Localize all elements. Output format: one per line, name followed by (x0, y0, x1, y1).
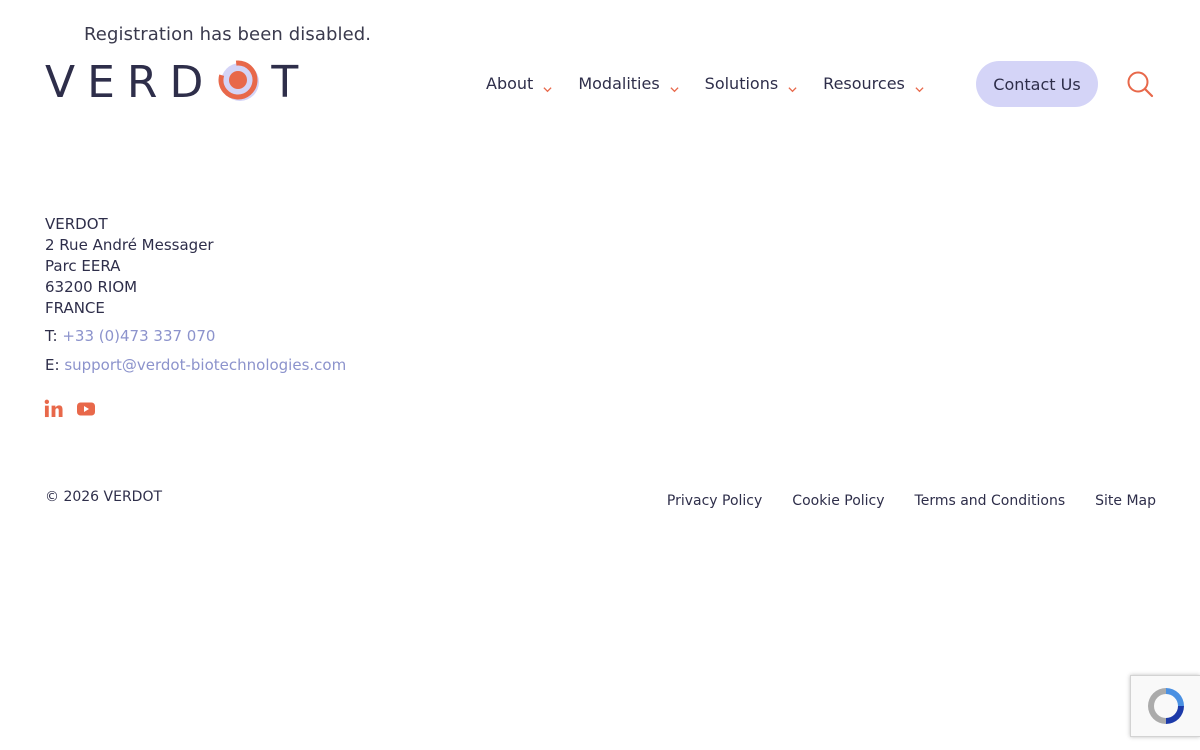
address-line: VERDOT (45, 215, 108, 233)
phone-line: T: +33 (0)473 337 070 (45, 327, 215, 345)
nav-label: Resources (823, 73, 905, 93)
email-prefix: E: (45, 356, 65, 374)
nav-label: Solutions (704, 73, 779, 93)
nav-item-modalities[interactable]: Modalities (578, 73, 679, 93)
contact-us-button[interactable]: Contact Us (976, 61, 1098, 107)
site-map-link[interactable]: Site Map (1095, 493, 1156, 509)
page: Registration has been disabled. VERD T A… (0, 0, 1200, 750)
nav-label: About (486, 73, 534, 93)
linkedin-icon[interactable] (44, 399, 63, 422)
nav-item-resources[interactable]: Resources (823, 74, 924, 93)
verdot-logo[interactable]: VERD T (45, 58, 310, 108)
terms-link[interactable]: Terms and Conditions (915, 493, 1066, 509)
chevron-down-icon (670, 79, 679, 92)
footer-address: VERDOT 2 Rue André Messager Parc EERA 63… (45, 214, 214, 319)
address-line: 2 Rue André Messager (45, 236, 214, 254)
privacy-policy-link[interactable]: Privacy Policy (667, 493, 762, 509)
search-icon[interactable] (1126, 70, 1154, 98)
cookie-policy-link[interactable]: Cookie Policy (792, 493, 884, 509)
main-nav: About Modalities Solutions Resources (486, 60, 950, 106)
youtube-icon[interactable] (77, 401, 95, 420)
address-line: 63200 RIOM (45, 278, 138, 296)
nav-label: Modalities (578, 73, 660, 93)
address-line: FRANCE (45, 299, 105, 317)
social-links (44, 399, 109, 422)
footer-links: Privacy Policy Cookie Policy Terms and C… (637, 493, 1156, 509)
nav-item-solutions[interactable]: Solutions (705, 74, 798, 93)
address-line: Parc EERA (45, 257, 121, 275)
logo-text-left: VERD (45, 57, 216, 108)
recaptcha-icon (1147, 688, 1184, 724)
logo-dot-icon (215, 57, 261, 103)
chevron-down-icon (915, 79, 924, 92)
email-link[interactable]: support@verdot-biotechnologies.com (64, 356, 346, 374)
copyright: © 2026 VERDOT (45, 489, 163, 505)
registration-notice: Registration has been disabled. (84, 24, 372, 45)
email-line: E: support@verdot-biotechnologies.com (45, 356, 346, 374)
chevron-down-icon (543, 79, 552, 92)
phone-prefix: T: (45, 327, 63, 345)
phone-link[interactable]: +33 (0)473 337 070 (62, 327, 215, 345)
chevron-down-icon (788, 79, 797, 92)
recaptcha-badge[interactable] (1130, 675, 1200, 737)
nav-item-about[interactable]: About (486, 74, 552, 93)
logo-text-right: T (271, 57, 311, 108)
